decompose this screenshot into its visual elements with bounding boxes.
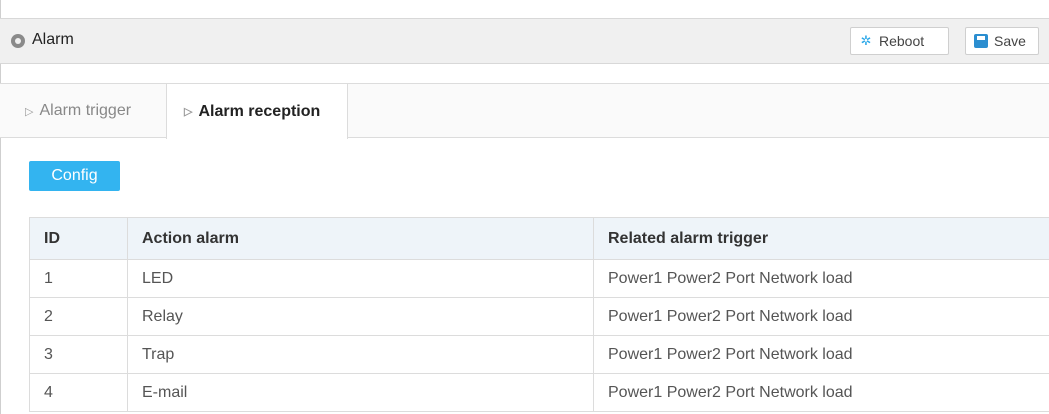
column-header-trigger: Related alarm trigger (593, 217, 1049, 260)
page-header: Alarm ✲ Reboot Save (0, 18, 1049, 64)
alarm-icon (11, 34, 25, 48)
tab-label: Alarm reception (198, 102, 321, 120)
table-row[interactable]: 1 LED Power1 Power2 Port Network load (29, 259, 1049, 298)
cell-id: 2 (29, 297, 128, 336)
tab-bar: ▷ Alarm trigger ▷ Alarm reception (0, 83, 1049, 139)
cell-action: E-mail (127, 373, 594, 412)
table-header-row: ID Action alarm Related alarm trigger (29, 217, 1049, 260)
tab-alarm-trigger[interactable]: ▷ Alarm trigger (0, 84, 166, 138)
table-row[interactable]: 2 Relay Power1 Power2 Port Network load (29, 297, 1049, 336)
cell-trigger: Power1 Power2 Port Network load (593, 297, 1049, 336)
alarm-reception-table: ID Action alarm Related alarm trigger 1 … (29, 217, 1049, 412)
column-header-action: Action alarm (127, 217, 594, 260)
save-icon (974, 34, 988, 48)
chevron-right-icon: ▷ (184, 106, 193, 118)
cell-id: 3 (29, 335, 128, 374)
tab-alarm-reception[interactable]: ▷ Alarm reception (166, 84, 348, 139)
table-row[interactable]: 3 Trap Power1 Power2 Port Network load (29, 335, 1049, 374)
cell-action: Relay (127, 297, 594, 336)
reboot-label: Reboot (879, 33, 925, 49)
save-label: Save (994, 33, 1026, 49)
tab-label: Alarm trigger (39, 102, 132, 119)
reboot-button[interactable]: ✲ Reboot (850, 27, 949, 55)
chevron-right-icon: ▷ (25, 105, 34, 118)
cell-action: LED (127, 259, 594, 298)
save-button[interactable]: Save (965, 27, 1039, 55)
page-title: Alarm (32, 31, 74, 48)
cell-action: Trap (127, 335, 594, 374)
cell-id: 1 (29, 259, 128, 298)
config-button[interactable]: Config (29, 161, 120, 191)
cell-trigger: Power1 Power2 Port Network load (593, 335, 1049, 374)
table-row[interactable]: 4 E-mail Power1 Power2 Port Network load (29, 373, 1049, 412)
cell-trigger: Power1 Power2 Port Network load (593, 259, 1049, 298)
cell-trigger: Power1 Power2 Port Network load (593, 373, 1049, 412)
cell-id: 4 (29, 373, 128, 412)
reboot-icon: ✲ (860, 33, 872, 48)
column-header-id: ID (29, 217, 128, 260)
